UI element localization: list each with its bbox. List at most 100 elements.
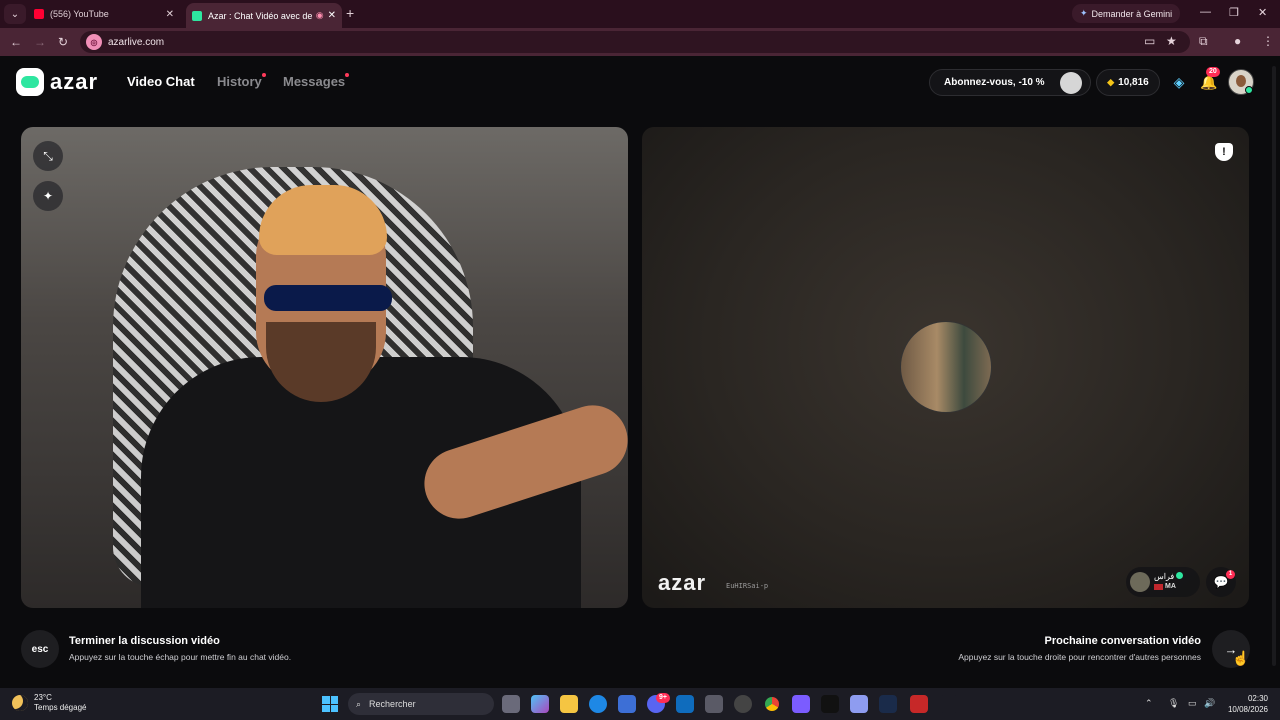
app-a-icon[interactable]: [821, 695, 839, 713]
messages-notification-dot: [345, 73, 349, 77]
gems-button[interactable]: ◆ 10,816: [1096, 69, 1160, 96]
gem-icon: ◆: [1107, 77, 1115, 87]
gemini-button[interactable]: ✦ Demander à Gemini: [1072, 4, 1181, 23]
close-window-button[interactable]: ✕: [1258, 6, 1267, 19]
windows-taskbar: 23°C Temps dégagé ⌕ Rechercher 9+ ⌃ 🎙 ▭ …: [0, 688, 1280, 720]
site-info-icon[interactable]: ◎: [86, 34, 102, 50]
forward-icon[interactable]: →: [34, 35, 46, 49]
nav-messages[interactable]: Messages: [283, 74, 345, 89]
sunglasses-shape: [264, 285, 392, 311]
browser-tabstrip: ⌄ (556) YouTube ✕ Azar : Chat Vidéo avec…: [0, 0, 1280, 28]
extensions-icon[interactable]: ⧉: [1199, 34, 1208, 49]
end-chat-subtitle: Appuyez sur la touche échap pour mettre …: [69, 652, 292, 662]
partner-profile-photo: [900, 321, 992, 413]
verified-icon: [1176, 572, 1184, 579]
partner-name: فراس: [1154, 572, 1175, 581]
gems-count: 10,816: [1118, 77, 1149, 88]
azar-logo[interactable]: azar: [16, 68, 98, 96]
minimize-button[interactable]: —: [1200, 6, 1211, 18]
partner-country: MA: [1165, 583, 1176, 590]
gemini-label: Demander à Gemini: [1091, 8, 1173, 19]
address-bar[interactable]: ◎ azarlive.com: [80, 31, 1190, 53]
bookmark-star-icon[interactable]: ★: [1166, 34, 1177, 48]
close-tab-icon[interactable]: ✕: [328, 10, 336, 21]
nav-video-chat[interactable]: Video Chat: [127, 74, 195, 89]
back-icon[interactable]: ←: [10, 35, 22, 49]
clock-time: 02:30: [1247, 694, 1268, 703]
tab-azar[interactable]: Azar : Chat Vidéo avec de n ◉ ✕: [186, 3, 342, 28]
esc-key-button[interactable]: esc: [21, 630, 59, 668]
weather-text: Temps dégagé: [34, 703, 87, 712]
inbox-icon[interactable]: [705, 695, 723, 713]
online-status-dot: [1245, 86, 1253, 94]
taskbar-search[interactable]: ⌕ Rechercher: [348, 693, 494, 715]
restore-button[interactable]: ❐: [1229, 6, 1239, 19]
hand-cursor-icon: ☝: [1232, 650, 1250, 666]
scrollbar[interactable]: [1272, 66, 1276, 666]
azar-favicon-icon: [192, 10, 202, 21]
youtube-icon: [34, 9, 44, 19]
remote-video-feed: ! azar EuHIRSai-p فراس MA 💬 1: [642, 127, 1249, 608]
browser-toolbar: ← → ↻ ◎ azarlive.com: [0, 28, 1280, 56]
meter-app-icon[interactable]: [910, 695, 928, 713]
tab-search-icon[interactable]: ⌄: [4, 4, 26, 24]
close-tab-icon[interactable]: ✕: [166, 9, 174, 20]
url-text: azarlive.com: [108, 36, 165, 48]
search-icon: ⌕: [356, 698, 362, 709]
tab-title: (556) YouTube: [50, 9, 109, 19]
azar-app: azar Video Chat History Messages Abonnez…: [0, 56, 1280, 688]
recording-icon: ◉: [315, 10, 324, 20]
task-view-icon[interactable]: [502, 695, 520, 713]
azar-logo-icon: [16, 68, 44, 96]
minimize-video-icon[interactable]: ⤡: [33, 141, 63, 171]
volume-icon[interactable]: 🔊: [1204, 698, 1215, 709]
clock-date: 10/08/2026: [1227, 705, 1268, 714]
profile-icon[interactable]: ●: [1234, 34, 1241, 48]
shield-app-icon[interactable]: [879, 695, 897, 713]
cast-icon[interactable]: ▭: [1144, 34, 1155, 48]
partner-info-chip[interactable]: فراس MA: [1126, 567, 1200, 597]
edge-icon[interactable]: [589, 695, 607, 713]
partner-name-row: فراس: [1154, 572, 1184, 582]
moon-icon: [12, 695, 28, 711]
chrome-icon[interactable]: [763, 695, 781, 713]
history-notification-dot: [262, 73, 266, 77]
shop-icon[interactable]: ◈: [1168, 71, 1190, 93]
tray-chevron-icon[interactable]: ⌃: [1145, 698, 1153, 709]
copilot-icon[interactable]: [531, 695, 549, 713]
kick-play-icon[interactable]: [940, 695, 958, 713]
discord-badge: 9+: [656, 693, 670, 703]
weather-widget[interactable]: 23°C Temps dégagé: [12, 693, 86, 713]
mail-icon[interactable]: [676, 695, 694, 713]
openai-icon[interactable]: [734, 695, 752, 713]
windows-start-icon[interactable]: [322, 696, 338, 712]
reload-icon[interactable]: ↻: [58, 35, 68, 49]
new-tab-button[interactable]: +: [346, 5, 354, 21]
nav-history[interactable]: History: [217, 74, 262, 89]
notification-badge: 20: [1206, 67, 1220, 77]
morocco-flag-icon: [1154, 584, 1163, 590]
azar-watermark: azar: [658, 570, 707, 595]
subscribe-label: Abonnez-vous, -10 %: [944, 77, 1045, 88]
report-shield-icon[interactable]: !: [1215, 143, 1233, 161]
magic-wand-icon[interactable]: ✦: [33, 181, 63, 211]
network-icon[interactable]: ▭: [1188, 698, 1197, 709]
menu-kebab-icon[interactable]: ⋮: [1262, 34, 1274, 48]
next-chat-subtitle: Appuyez sur la touche droite pour rencon…: [958, 652, 1201, 662]
search-placeholder: Rechercher: [369, 699, 416, 709]
tab-title: Azar : Chat Vidéo avec de n: [208, 10, 313, 21]
plus-badge-icon: [1060, 72, 1082, 94]
watermark-id: EuHIRSai-p: [726, 582, 769, 590]
logo-text: azar: [50, 69, 99, 94]
system-clock[interactable]: 02:30 10/08/2026: [1222, 693, 1268, 715]
gamepad-icon[interactable]: [792, 695, 810, 713]
chat-badge: 1: [1226, 570, 1235, 579]
file-explorer-icon[interactable]: [560, 695, 578, 713]
store-icon[interactable]: [618, 695, 636, 713]
microphone-icon[interactable]: 🎙: [1168, 698, 1179, 709]
subscribe-button[interactable]: Abonnez-vous, -10 %: [929, 69, 1091, 96]
temperature: 23°C: [34, 693, 52, 702]
tab-youtube[interactable]: (556) YouTube ✕: [28, 3, 180, 25]
chat-app-icon[interactable]: [850, 695, 868, 713]
local-video-feed: ⤡ ✦: [21, 127, 628, 608]
